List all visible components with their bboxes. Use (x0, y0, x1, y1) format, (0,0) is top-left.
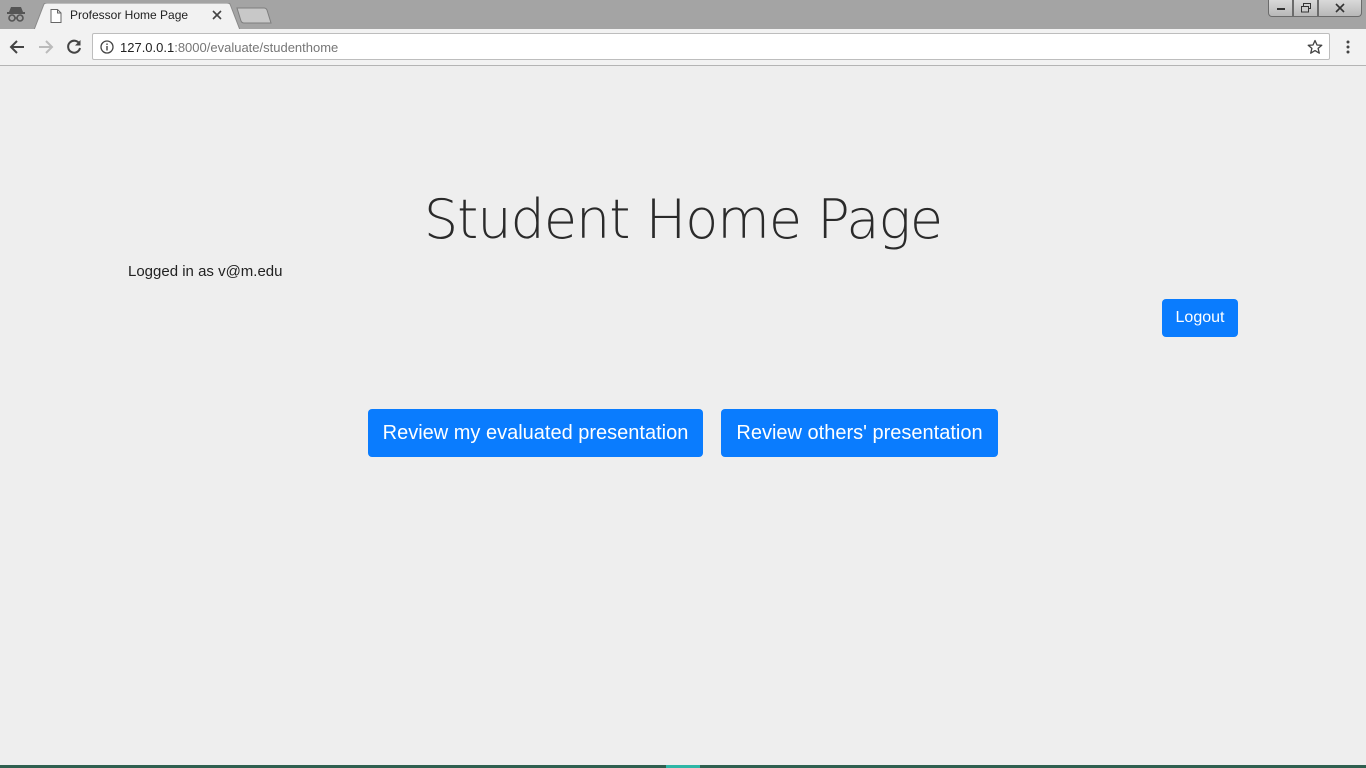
address-bar[interactable]: 127.0.0.1:8000/evaluate/studenthome (92, 33, 1330, 60)
page-icon (50, 9, 62, 23)
minimize-icon (1276, 8, 1285, 10)
browser-titlebar: Professor Home Page (0, 0, 1366, 30)
menu-dots-icon[interactable] (1340, 39, 1356, 55)
restore-icon (1300, 3, 1311, 13)
tab-title: Professor Home Page (70, 8, 189, 22)
star-icon[interactable] (1307, 39, 1323, 55)
new-tab-button[interactable] (236, 7, 272, 24)
restore-button[interactable] (1293, 0, 1318, 17)
url-host: 127.0.0.1 (120, 40, 175, 55)
minimize-button[interactable] (1268, 0, 1293, 17)
incognito-icon (7, 7, 25, 22)
forward-arrow-icon[interactable] (37, 38, 55, 56)
url-text: 127.0.0.1:8000/evaluate/studenthome (120, 40, 338, 55)
window-close-button[interactable] (1318, 0, 1362, 17)
url-path: :8000/evaluate/studenthome (174, 40, 339, 55)
window-close-icon (1335, 3, 1345, 13)
tab-professor-home[interactable]: Professor Home Page (34, 3, 240, 30)
close-icon[interactable] (210, 8, 224, 22)
review-my-presentation-button[interactable]: Review my evaluated presentation (368, 409, 703, 457)
page-content: Student Home Page Logged in as v@m.edu L… (0, 67, 1366, 765)
back-arrow-icon[interactable] (8, 38, 26, 56)
window-controls (1268, 0, 1362, 18)
info-icon[interactable] (100, 40, 114, 54)
reload-icon[interactable] (65, 38, 83, 56)
browser-toolbar: 127.0.0.1:8000/evaluate/studenthome (0, 29, 1366, 66)
review-others-presentation-button[interactable]: Review others' presentation (721, 409, 998, 457)
logged-in-text: Logged in as v@m.edu (128, 263, 283, 280)
page-title: Student Home Page (423, 188, 943, 251)
logout-button[interactable]: Logout (1162, 299, 1238, 337)
